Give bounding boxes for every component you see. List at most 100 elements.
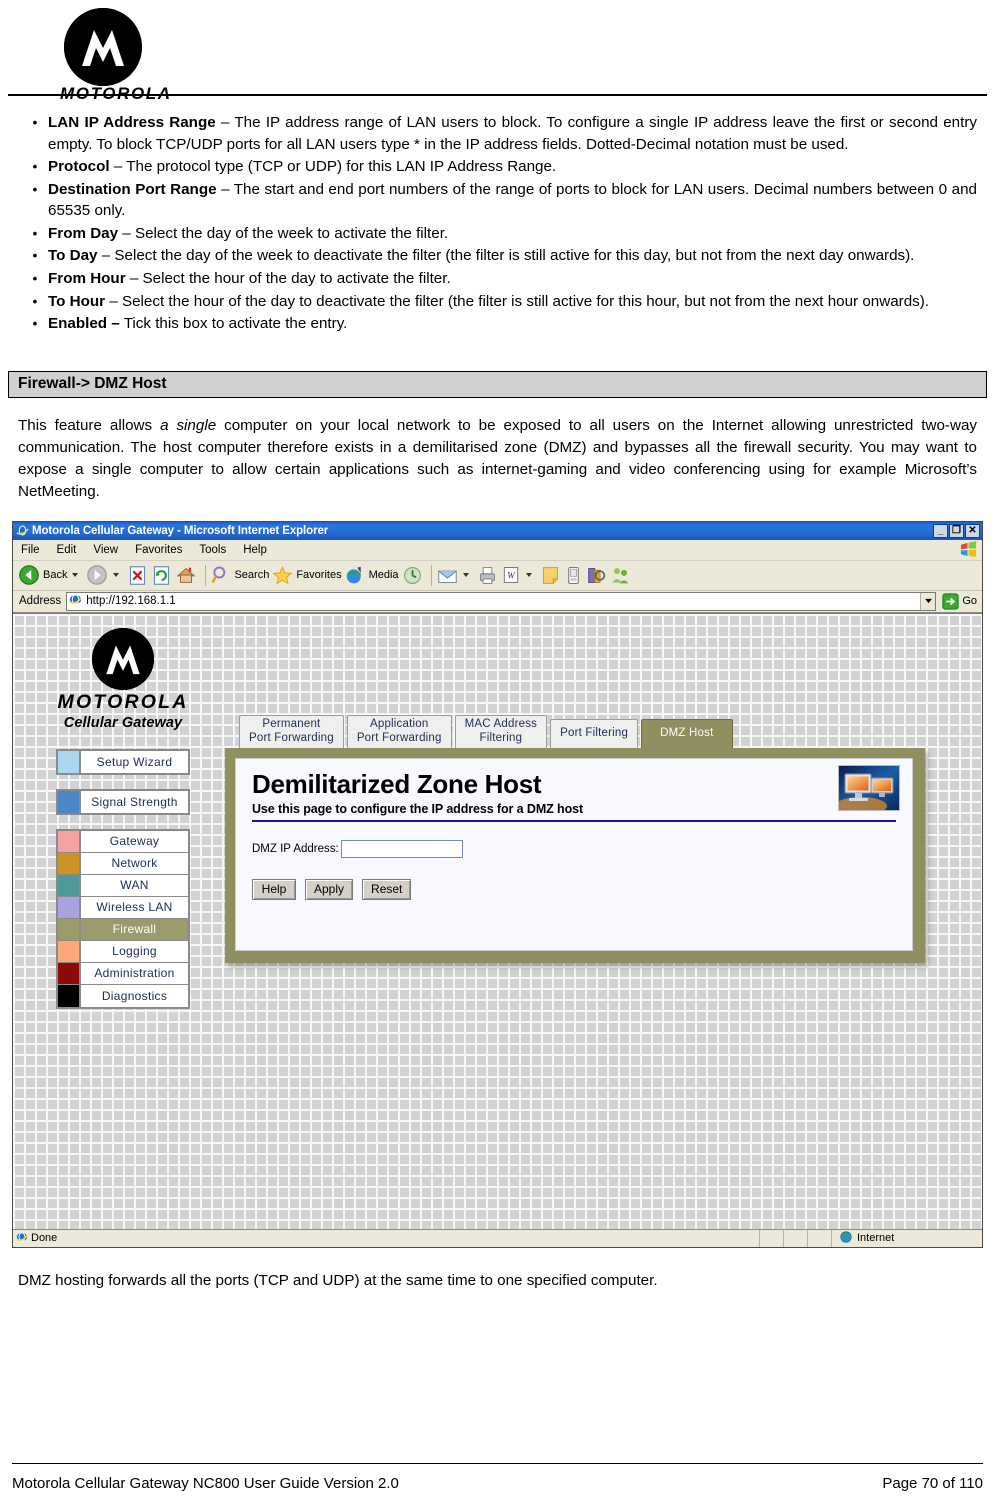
status-page-icon xyxy=(16,1231,28,1246)
bullet-dot-icon: • xyxy=(32,315,38,332)
forward-button[interactable] xyxy=(86,564,124,586)
bullet-description: Select the hour of the day to activate t… xyxy=(142,270,451,288)
document-footer: Motorola Cellular Gateway NC800 User Gui… xyxy=(12,1475,983,1492)
bullet-term: To Day xyxy=(48,247,98,265)
closing-paragraph: DMZ hosting forwards all the ports (TCP … xyxy=(18,1271,658,1289)
back-button[interactable]: Back xyxy=(18,564,83,586)
tab-port-filtering[interactable]: Port Filtering xyxy=(550,718,639,749)
sidebar-item-label: Diagnostics xyxy=(101,988,168,1003)
panel-subtitle: Use this page to configure the IP addres… xyxy=(252,802,584,817)
people-button[interactable] xyxy=(610,565,631,586)
menu-item-help[interactable]: Help xyxy=(241,543,269,557)
mail-dropdown-caret-icon[interactable] xyxy=(462,573,469,578)
sidebar-item-label: Network xyxy=(111,856,158,871)
home-button[interactable] xyxy=(175,564,197,586)
page-favicon-icon xyxy=(69,593,83,609)
restore-button[interactable]: ❐ xyxy=(949,523,964,538)
back-dropdown-caret-icon[interactable] xyxy=(72,573,79,578)
sidebar-item-gateway[interactable]: Gateway xyxy=(58,830,188,853)
sidebar-item-wan[interactable]: WAN xyxy=(58,874,188,897)
menu-item-tools[interactable]: Tools xyxy=(197,543,228,557)
sidebar-item-logging[interactable]: Logging xyxy=(58,940,188,963)
close-button[interactable]: ✕ xyxy=(965,523,980,538)
media-button[interactable]: Media xyxy=(345,565,399,586)
swatch-icon xyxy=(58,874,81,896)
print-button[interactable] xyxy=(477,565,498,586)
menu-item-favorites[interactable]: Favorites xyxy=(133,543,184,557)
history-icon xyxy=(403,566,421,584)
list-item: • Destination Port Range – The start and… xyxy=(22,179,977,222)
window-title: Motorola Cellular Gateway - Microsoft In… xyxy=(32,524,329,537)
tab-label-line1: MAC Address xyxy=(464,717,538,730)
sidebar-item-wireless-lan[interactable]: Wireless LAN xyxy=(58,896,188,919)
intro-paragraph: This feature allows a single computer on… xyxy=(18,415,977,503)
favorites-star-icon xyxy=(272,565,293,585)
bullet-term: Protocol xyxy=(48,158,110,176)
research-button[interactable] xyxy=(586,565,607,586)
apply-button[interactable]: Apply xyxy=(305,879,354,901)
notes-button[interactable] xyxy=(540,565,561,586)
sidebar-item-administration[interactable]: Administration xyxy=(58,962,188,985)
tab-dmz-host[interactable]: DMZ Host xyxy=(641,718,733,749)
notes-icon xyxy=(542,567,558,584)
bullet-term: From Hour xyxy=(48,270,126,288)
tab-application-port-forwarding[interactable]: Application Port Forwarding xyxy=(346,714,452,749)
bullet-description: Select the day of the week to activate t… xyxy=(134,224,449,242)
menu-item-edit[interactable]: Edit xyxy=(55,543,79,557)
history-button[interactable] xyxy=(402,565,423,586)
panel-divider xyxy=(252,820,896,823)
bullet-dot-icon: • xyxy=(32,247,38,264)
sidebar-item-network[interactable]: Network xyxy=(58,852,188,875)
reset-button[interactable]: Reset xyxy=(362,879,412,901)
sidebar-item-label: WAN xyxy=(120,878,149,893)
minimize-button[interactable]: _ xyxy=(933,523,948,538)
browser-menu-bar: File Edit View Favorites Tools Help xyxy=(13,539,982,561)
bullet-description: Select the hour of the day to deactivate… xyxy=(121,292,930,310)
tab-mac-address-filtering[interactable]: MAC Address Filtering xyxy=(454,714,548,749)
media-label: Media xyxy=(368,569,399,582)
go-button[interactable]: Go xyxy=(942,593,977,610)
intro-part-1: This feature allows xyxy=(18,416,161,434)
edit-dropdown-caret-icon[interactable] xyxy=(525,573,532,578)
tab-permanent-port-forwarding[interactable]: Permanent Port Forwarding xyxy=(239,714,344,749)
menu-item-file[interactable]: File xyxy=(19,543,42,557)
refresh-button[interactable] xyxy=(151,565,172,586)
list-item: • To Day – Select the day of the week to… xyxy=(22,245,977,267)
motorola-logo: MOTOROLA xyxy=(60,8,995,104)
security-zone-pane: Internet xyxy=(832,1230,982,1247)
forward-dropdown-caret-icon[interactable] xyxy=(113,573,120,578)
list-item: • Protocol – The protocol type (TCP or U… xyxy=(22,156,977,178)
back-arrow-icon xyxy=(19,565,39,586)
bullet-description: Tick this box to activate the entry. xyxy=(123,315,348,333)
dmz-ip-form-row: DMZ IP Address: xyxy=(252,840,896,859)
swatch-icon xyxy=(58,750,81,773)
favorites-button[interactable]: Favorites xyxy=(272,565,342,586)
stop-button[interactable] xyxy=(127,565,148,586)
sidebar-item-signal-strength[interactable]: Signal Strength xyxy=(58,790,188,813)
menu-item-view[interactable]: View xyxy=(91,543,120,557)
address-input[interactable]: http://192.168.1.1 xyxy=(66,591,937,611)
sidebar-item-diagnostics[interactable]: Diagnostics xyxy=(58,984,188,1007)
browser-window-screenshot: Motorola Cellular Gateway - Microsoft In… xyxy=(12,520,983,1248)
tab-label-line1: DMZ Host xyxy=(660,726,714,739)
address-dropdown-icon[interactable] xyxy=(920,592,936,610)
edit-with-word-button[interactable]: W xyxy=(501,565,537,585)
mail-button[interactable] xyxy=(437,565,474,586)
browser-title-bar: Motorola Cellular Gateway - Microsoft In… xyxy=(13,521,982,540)
sidebar-item-label: Signal Strength xyxy=(91,794,178,809)
messenger-device-button[interactable] xyxy=(564,566,583,585)
help-button[interactable]: Help xyxy=(252,879,296,901)
browser-toolbar: Back Search Favorites Media W xyxy=(13,560,982,591)
search-label: Search xyxy=(234,569,270,582)
status-pane-2 xyxy=(784,1229,808,1247)
search-button[interactable]: Search xyxy=(211,565,269,585)
back-label: Back xyxy=(43,569,68,582)
sidebar-item-setup-wizard[interactable]: Setup Wizard xyxy=(58,750,188,773)
search-icon xyxy=(212,566,226,584)
sidebar-item-firewall[interactable]: Firewall xyxy=(58,918,188,941)
dmz-ip-input[interactable] xyxy=(340,840,463,859)
internet-globe-icon xyxy=(840,1231,852,1246)
list-item: • Enabled – Tick this box to activate th… xyxy=(22,313,977,335)
bullet-dash: – xyxy=(97,247,115,265)
bullet-dash: – xyxy=(216,180,234,198)
